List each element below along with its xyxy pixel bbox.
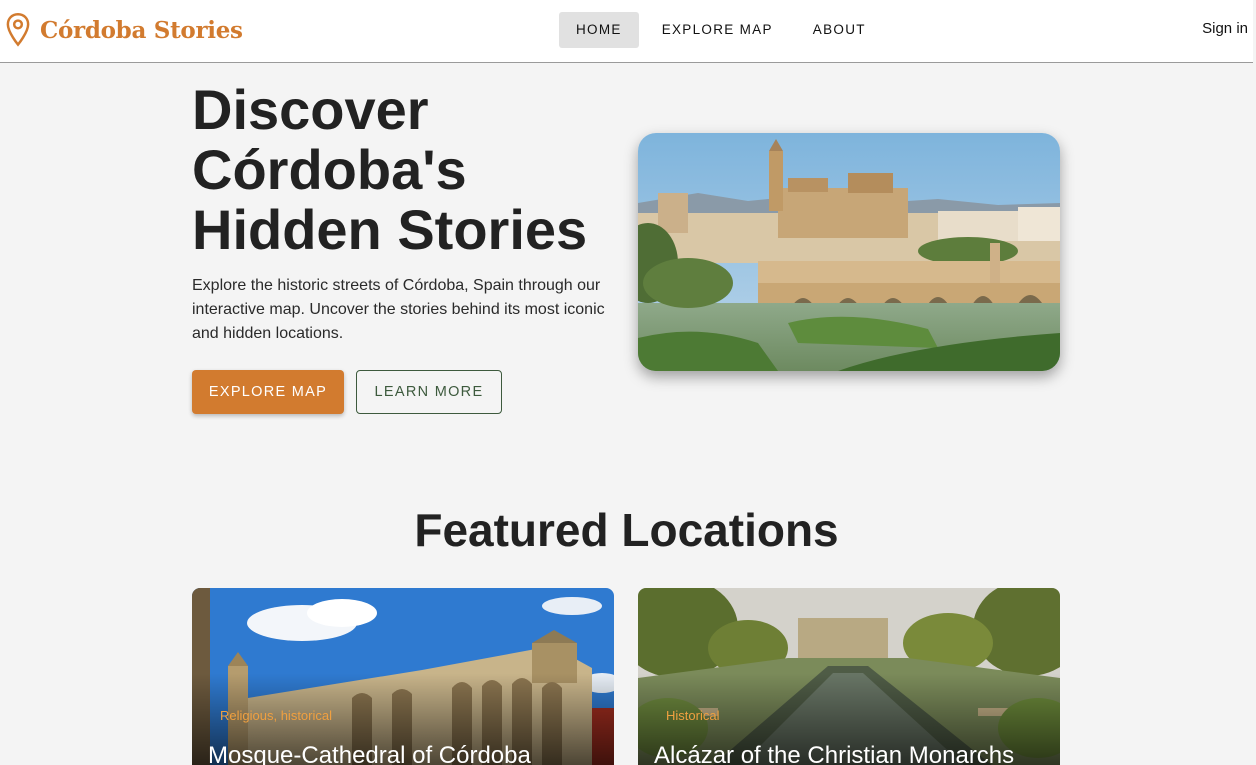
map-pin-icon [6, 13, 30, 47]
featured-locations-title: Featured Locations [414, 504, 839, 556]
card-title: Mosque-Cathedral of Córdoba [208, 742, 531, 765]
nav-explore-map[interactable]: EXPLORE MAP [645, 12, 790, 48]
hero-description: Explore the historic streets of Córdoba,… [192, 277, 605, 342]
location-card-alcazar[interactable]: Historical Alcázar of the Christian Mona… [638, 588, 1060, 765]
location-card-mosque[interactable]: Religious, historical Mosque-Cathedral o… [192, 588, 614, 765]
learn-more-button[interactable]: LEARN MORE [356, 370, 502, 414]
main-nav: HOME EXPLORE MAP ABOUT [559, 12, 889, 48]
card-title: Alcázar of the Christian Monarchs [654, 742, 1015, 765]
brand-name: Córdoba Stories [40, 16, 243, 44]
site-header: Córdoba Stories HOME EXPLORE MAP ABOUT S… [0, 0, 1253, 63]
hero-image-cordoba-bridge [638, 133, 1060, 371]
nav-about[interactable]: ABOUT [796, 12, 883, 48]
sign-in-link[interactable]: Sign in [1202, 20, 1248, 37]
nav-home[interactable]: HOME [559, 12, 639, 48]
explore-map-button[interactable]: EXPLORE MAP [192, 370, 344, 414]
card-tags: Religious, historical [220, 708, 332, 723]
brand-logo-link[interactable]: Córdoba Stories [4, 12, 243, 48]
card-tags: Historical [666, 708, 720, 723]
hero-title: Discover Córdoba's Hidden Stories [192, 78, 588, 261]
